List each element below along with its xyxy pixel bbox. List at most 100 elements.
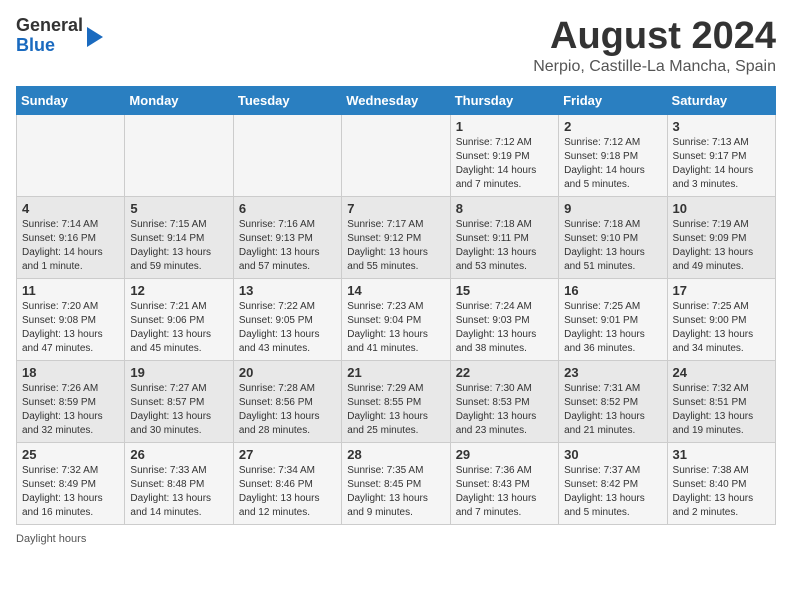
page-title: August 2024 xyxy=(533,16,776,58)
day-info: Sunrise: 7:21 AM Sunset: 9:06 PM Dayligh… xyxy=(130,300,227,356)
calendar-cell: 17 Sunrise: 7:25 AM Sunset: 9:00 PM Dayli… xyxy=(667,278,775,360)
day-info: Sunrise: 7:18 AM Sunset: 9:11 PM Dayligh… xyxy=(456,218,553,274)
calendar-cell: 18Sunrise: 7:26 AM Sunset: 8:59 PM Dayli… xyxy=(17,360,125,442)
calendar-cell: 2 Sunrise: 7:12 AM Sunset: 9:18 PM Daylig… xyxy=(559,114,667,196)
calendar-cell: 25 Sunrise: 7:32 AM Sunset: 8:49 PM Dayli… xyxy=(17,442,125,524)
calendar-header-row: SundayMondayTuesdayWednesdayThursdayFrid… xyxy=(17,86,776,114)
day-info: Sunrise: 7:32 AM Sunset: 8:49 PM Dayligh… xyxy=(22,464,119,520)
day-info: Sunrise: 7:31 AM Sunset: 8:52 PM Dayligh… xyxy=(564,382,661,438)
day-number: 7 xyxy=(347,201,444,216)
calendar-cell: 27Sunrise: 7:34 AM Sunset: 8:46 PM Dayli… xyxy=(233,442,341,524)
calendar-cell: 7Sunrise: 7:17 AM Sunset: 9:12 PM Daylig… xyxy=(342,196,450,278)
calendar-cell: 5Sunrise: 7:15 AM Sunset: 9:14 PM Daylig… xyxy=(125,196,233,278)
day-number: 17 xyxy=(673,283,770,298)
calendar-cell: 19 Sunrise: 7:27 AM Sunset: 8:57 PM Dayli… xyxy=(125,360,233,442)
day-number: 14 xyxy=(347,283,444,298)
calendar-cell: 9 Sunrise: 7:18 AM Sunset: 9:10 PM Daylig… xyxy=(559,196,667,278)
day-number: 31 xyxy=(673,447,770,462)
logo-general: General xyxy=(16,15,83,35)
day-number: 2 xyxy=(564,119,661,134)
day-info: Sunrise: 7:37 AM Sunset: 8:42 PM Dayligh… xyxy=(564,464,661,520)
day-info: Sunrise: 7:30 AM Sunset: 8:53 PM Dayligh… xyxy=(456,382,553,438)
day-info: Sunrise: 7:36 AM Sunset: 8:43 PM Dayligh… xyxy=(456,464,553,520)
day-number: 26 xyxy=(130,447,227,462)
calendar-cell: 22 Sunrise: 7:30 AM Sunset: 8:53 PM Dayli… xyxy=(450,360,558,442)
calendar-cell: 8 Sunrise: 7:18 AM Sunset: 9:11 PM Daylig… xyxy=(450,196,558,278)
day-number: 13 xyxy=(239,283,336,298)
calendar-table: SundayMondayTuesdayWednesdayThursdayFrid… xyxy=(16,86,776,525)
day-info: Sunrise: 7:29 AM Sunset: 8:55 PM Dayligh… xyxy=(347,382,444,438)
calendar-cell: 15 Sunrise: 7:24 AM Sunset: 9:03 PM Dayli… xyxy=(450,278,558,360)
col-header-monday: Monday xyxy=(125,86,233,114)
calendar-cell: 31Sunrise: 7:38 AM Sunset: 8:40 PM Dayli… xyxy=(667,442,775,524)
calendar-week-3: 11Sunrise: 7:20 AM Sunset: 9:08 PM Dayli… xyxy=(17,278,776,360)
calendar-cell xyxy=(17,114,125,196)
calendar-cell: 13 Sunrise: 7:22 AM Sunset: 9:05 PM Dayli… xyxy=(233,278,341,360)
calendar-cell: 24Sunrise: 7:32 AM Sunset: 8:51 PM Dayli… xyxy=(667,360,775,442)
day-number: 1 xyxy=(456,119,553,134)
calendar-cell xyxy=(125,114,233,196)
calendar-cell: 6 Sunrise: 7:16 AM Sunset: 9:13 PM Daylig… xyxy=(233,196,341,278)
day-info: Sunrise: 7:28 AM Sunset: 8:56 PM Dayligh… xyxy=(239,382,336,438)
calendar-cell: 16 Sunrise: 7:25 AM Sunset: 9:01 PM Dayli… xyxy=(559,278,667,360)
day-info: Sunrise: 7:33 AM Sunset: 8:48 PM Dayligh… xyxy=(130,464,227,520)
col-header-saturday: Saturday xyxy=(667,86,775,114)
day-number: 22 xyxy=(456,365,553,380)
calendar-cell: 4Sunrise: 7:14 AM Sunset: 9:16 PM Daylig… xyxy=(17,196,125,278)
day-info: Sunrise: 7:16 AM Sunset: 9:13 PM Dayligh… xyxy=(239,218,336,274)
day-number: 30 xyxy=(564,447,661,462)
col-header-friday: Friday xyxy=(559,86,667,114)
day-number: 29 xyxy=(456,447,553,462)
day-number: 15 xyxy=(456,283,553,298)
page-subtitle: Nerpio, Castille-La Mancha, Spain xyxy=(533,58,776,76)
day-info: Sunrise: 7:15 AM Sunset: 9:14 PM Dayligh… xyxy=(130,218,227,274)
calendar-week-4: 18Sunrise: 7:26 AM Sunset: 8:59 PM Dayli… xyxy=(17,360,776,442)
day-info: Sunrise: 7:20 AM Sunset: 9:08 PM Dayligh… xyxy=(22,300,119,356)
day-number: 12 xyxy=(130,283,227,298)
calendar-cell: 3 Sunrise: 7:13 AM Sunset: 9:17 PM Daylig… xyxy=(667,114,775,196)
day-info: Sunrise: 7:25 AM Sunset: 9:00 PM Dayligh… xyxy=(673,300,770,356)
day-number: 24 xyxy=(673,365,770,380)
day-info: Sunrise: 7:24 AM Sunset: 9:03 PM Dayligh… xyxy=(456,300,553,356)
col-header-sunday: Sunday xyxy=(17,86,125,114)
day-number: 3 xyxy=(673,119,770,134)
col-header-tuesday: Tuesday xyxy=(233,86,341,114)
header: General Blue August 2024 Nerpio, Castill… xyxy=(16,16,776,76)
day-number: 19 xyxy=(130,365,227,380)
calendar-cell: 10 Sunrise: 7:19 AM Sunset: 9:09 PM Dayli… xyxy=(667,196,775,278)
day-number: 28 xyxy=(347,447,444,462)
day-number: 4 xyxy=(22,201,119,216)
day-info: Sunrise: 7:22 AM Sunset: 9:05 PM Dayligh… xyxy=(239,300,336,356)
calendar-cell: 30 Sunrise: 7:37 AM Sunset: 8:42 PM Dayli… xyxy=(559,442,667,524)
logo-name: General Blue xyxy=(16,16,83,56)
day-number: 25 xyxy=(22,447,119,462)
day-number: 9 xyxy=(564,201,661,216)
day-info: Sunrise: 7:27 AM Sunset: 8:57 PM Dayligh… xyxy=(130,382,227,438)
calendar-cell: 23Sunrise: 7:31 AM Sunset: 8:52 PM Dayli… xyxy=(559,360,667,442)
day-number: 6 xyxy=(239,201,336,216)
col-header-wednesday: Wednesday xyxy=(342,86,450,114)
calendar-cell: 28 Sunrise: 7:35 AM Sunset: 8:45 PM Dayli… xyxy=(342,442,450,524)
logo-text-block: General Blue xyxy=(16,16,83,56)
day-info: Sunrise: 7:23 AM Sunset: 9:04 PM Dayligh… xyxy=(347,300,444,356)
day-info: Sunrise: 7:12 AM Sunset: 9:18 PM Dayligh… xyxy=(564,136,661,192)
day-info: Sunrise: 7:25 AM Sunset: 9:01 PM Dayligh… xyxy=(564,300,661,356)
logo-blue: Blue xyxy=(16,35,55,55)
day-info: Sunrise: 7:19 AM Sunset: 9:09 PM Dayligh… xyxy=(673,218,770,274)
logo-arrow-icon xyxy=(87,27,103,47)
day-info: Sunrise: 7:13 AM Sunset: 9:17 PM Dayligh… xyxy=(673,136,770,192)
calendar-cell: 12 Sunrise: 7:21 AM Sunset: 9:06 PM Dayli… xyxy=(125,278,233,360)
calendar-cell xyxy=(342,114,450,196)
logo: General Blue xyxy=(16,16,103,56)
calendar-week-5: 25 Sunrise: 7:32 AM Sunset: 8:49 PM Dayli… xyxy=(17,442,776,524)
col-header-thursday: Thursday xyxy=(450,86,558,114)
calendar-cell: 1Sunrise: 7:12 AM Sunset: 9:19 PM Daylig… xyxy=(450,114,558,196)
calendar-week-1: 1Sunrise: 7:12 AM Sunset: 9:19 PM Daylig… xyxy=(17,114,776,196)
day-info: Sunrise: 7:18 AM Sunset: 9:10 PM Dayligh… xyxy=(564,218,661,274)
calendar-cell: 29 Sunrise: 7:36 AM Sunset: 8:43 PM Dayli… xyxy=(450,442,558,524)
day-info: Sunrise: 7:35 AM Sunset: 8:45 PM Dayligh… xyxy=(347,464,444,520)
day-number: 10 xyxy=(673,201,770,216)
day-number: 8 xyxy=(456,201,553,216)
day-number: 20 xyxy=(239,365,336,380)
day-number: 16 xyxy=(564,283,661,298)
